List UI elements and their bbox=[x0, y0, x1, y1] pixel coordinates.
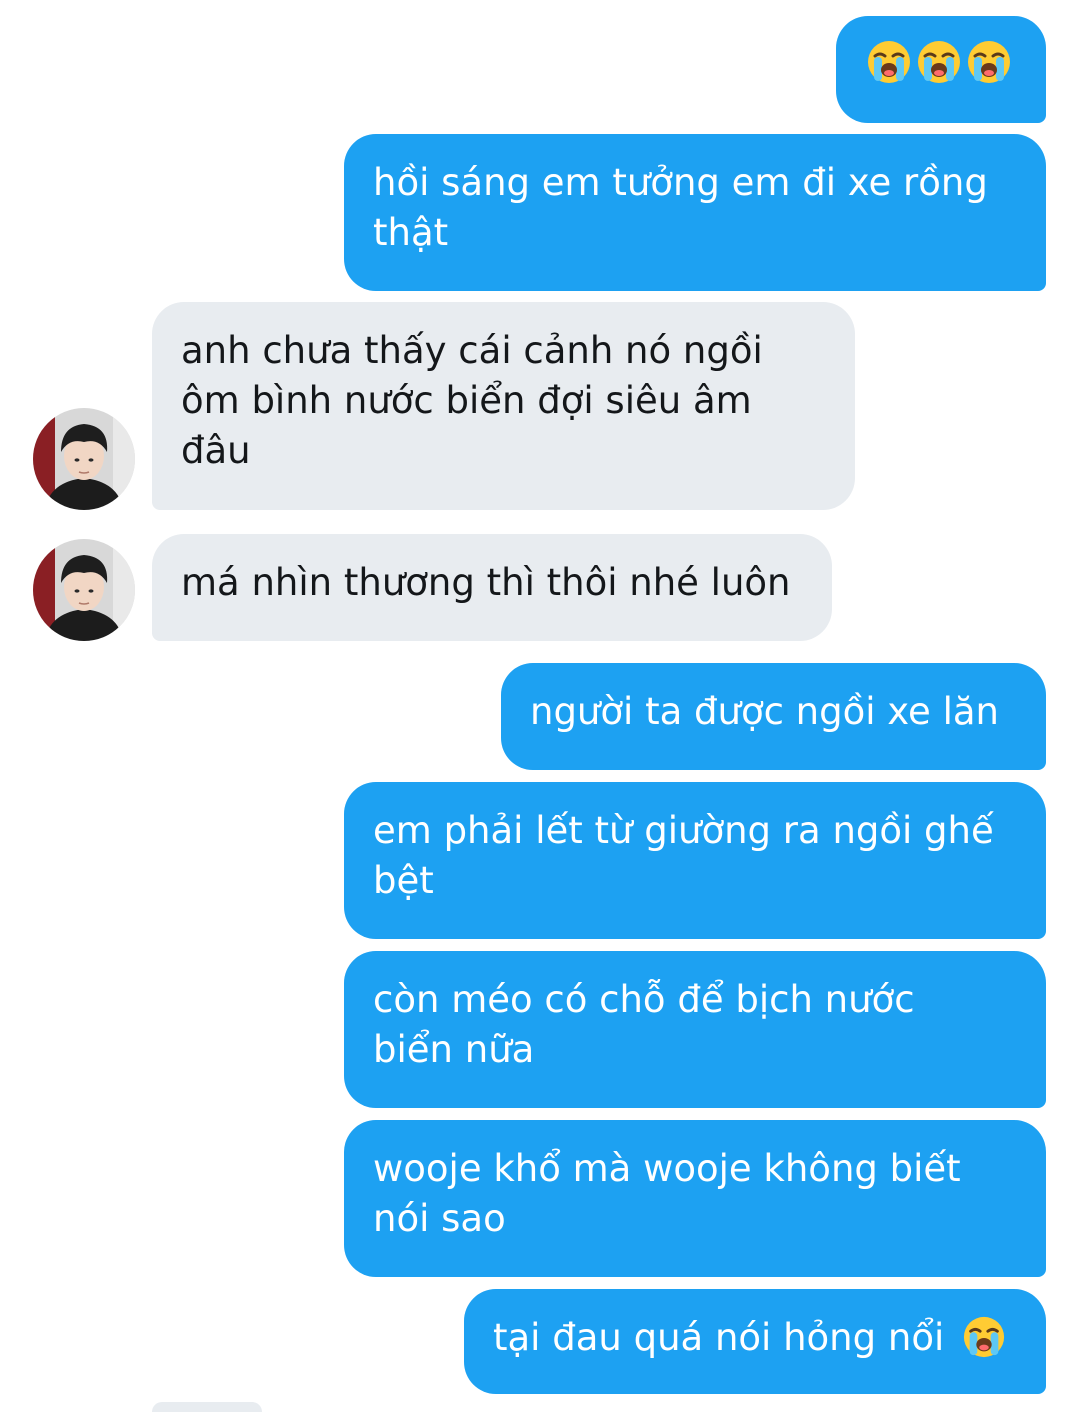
loudly-crying-face-icon bbox=[918, 41, 960, 83]
avatar[interactable] bbox=[33, 408, 135, 510]
message-text: còn méo có chỗ để bịch nước biển nữa bbox=[373, 978, 915, 1071]
avatar-image bbox=[33, 539, 135, 641]
message-text: wooje khổ mà wooje không biết nói sao bbox=[373, 1147, 961, 1240]
message-text: hồi sáng em tưởng em đi xe rồng thật bbox=[373, 161, 988, 254]
message-text: em phải lết từ giường ra ngồi ghế bệt bbox=[373, 809, 994, 902]
message-thread: hồi sáng em tưởng em đi xe rồng thật anh… bbox=[0, 0, 1080, 1412]
outgoing-message[interactable]: hồi sáng em tưởng em đi xe rồng thật bbox=[344, 134, 1046, 291]
loudly-crying-face-icon bbox=[868, 41, 910, 83]
message-text: tại đau quá nói hỏng nổi bbox=[493, 1316, 945, 1359]
avatar-image bbox=[33, 408, 135, 510]
message-text: má nhìn thương thì thôi nhé luôn bbox=[181, 561, 791, 604]
outgoing-message[interactable] bbox=[836, 16, 1046, 123]
outgoing-message[interactable]: em phải lết từ giường ra ngồi ghế bệt bbox=[344, 782, 1046, 939]
outgoing-message[interactable]: người ta được ngồi xe lăn bbox=[501, 663, 1046, 770]
incoming-message[interactable]: anh chưa thấy cái cảnh nó ngồi ôm bình n… bbox=[152, 302, 855, 510]
outgoing-message[interactable]: wooje khổ mà wooje không biết nói sao bbox=[344, 1120, 1046, 1277]
incoming-message-partial bbox=[152, 1402, 262, 1412]
message-text: người ta được ngồi xe lăn bbox=[530, 690, 999, 733]
emoji-row bbox=[866, 36, 1016, 88]
avatar[interactable] bbox=[33, 539, 135, 641]
loudly-crying-face-icon bbox=[963, 1316, 1005, 1357]
incoming-message[interactable]: má nhìn thương thì thôi nhé luôn bbox=[152, 534, 832, 641]
outgoing-message[interactable]: còn méo có chỗ để bịch nước biển nữa bbox=[344, 951, 1046, 1108]
outgoing-message[interactable]: tại đau quá nói hỏng nổi bbox=[464, 1289, 1046, 1394]
message-text: anh chưa thấy cái cảnh nó ngồi ôm bình n… bbox=[181, 329, 763, 472]
loudly-crying-face-icon bbox=[968, 41, 1010, 83]
